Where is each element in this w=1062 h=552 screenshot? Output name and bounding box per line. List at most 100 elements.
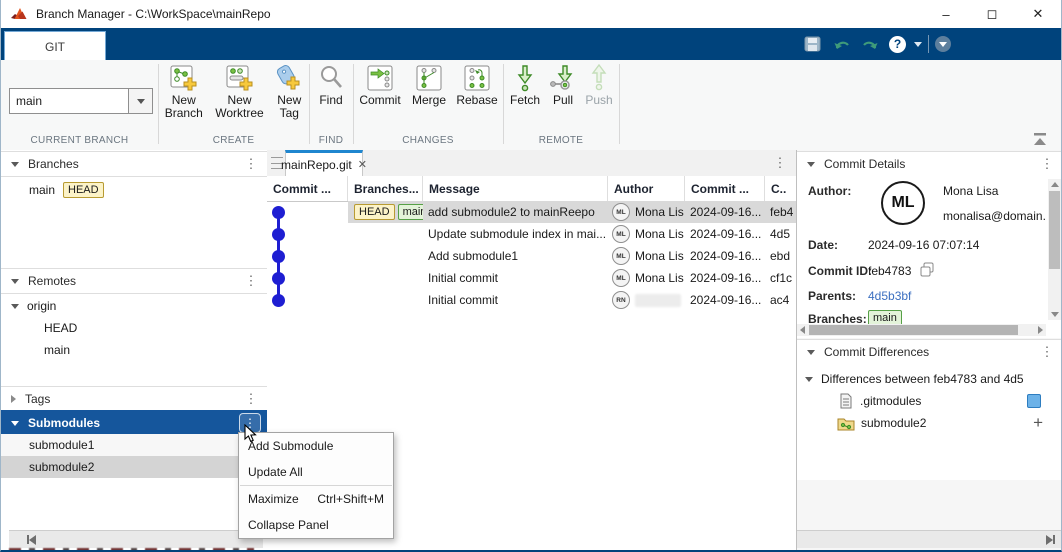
minimize-button[interactable]: – [923,0,969,28]
branches-menu-icon[interactable]: ⋮ [243,156,259,172]
commit-graph-node [267,289,348,311]
collapse-ribbon-icon[interactable] [1031,132,1049,146]
author-email: monalisa@domain.co [943,209,1045,223]
copy-icon[interactable] [919,262,935,278]
merge-button[interactable]: Merge [407,64,451,107]
remotes-menu-icon[interactable]: ⋮ [243,273,259,289]
commit-date: 2024-09-16... [690,227,762,241]
scroll-to-start-icon[interactable] [27,534,36,545]
tags-section-header[interactable]: Tags ⋮ [1,386,267,412]
close-button[interactable]: ✕ [1015,0,1061,28]
branch-badges [348,289,423,311]
commit-row[interactable]: Add submodule1 ML Mona Lis 2024-09-16...… [267,245,796,267]
branch-item-main[interactable]: main HEAD [1,179,267,201]
file-row-submodule2[interactable]: submodule2 + [797,412,1061,434]
collapse-triangle-icon[interactable] [11,278,19,284]
maximize-button[interactable]: ◻ [969,0,1015,28]
help-dropdown-caret-icon[interactable] [914,41,922,47]
titlebar: Branch Manager - C:\WorkSpace\mainRepo –… [1,0,1061,28]
new-worktree-icon [226,65,252,91]
tab-git[interactable]: GIT [4,31,106,61]
push-button[interactable]: Push [582,64,616,107]
toolstrip-options-icon[interactable] [935,36,951,52]
commit-details-body: Author: ML Mona Lisa monalisa@domain.co … [797,176,1061,338]
current-branch-value: main [16,94,43,108]
remotes-section-header[interactable]: Remotes ⋮ [1,268,267,294]
right-panel-hscrollbar[interactable] [797,530,1061,548]
scroll-down-icon[interactable] [1051,312,1059,317]
commit-row[interactable]: Update submodule index in mai... ML Mona… [267,223,796,245]
collapse-triangle-icon[interactable] [807,161,815,167]
commit-row[interactable]: Initial commit ML Mona Lis 2024-09-16...… [267,267,796,289]
help-icon[interactable]: ? [889,35,906,53]
col-author[interactable]: Author [608,176,685,201]
tab-close-icon[interactable]: ✕ [358,158,367,171]
save-icon[interactable] [804,36,821,52]
scroll-up-icon[interactable] [1051,182,1059,187]
file-row-gitmodules[interactable]: .gitmodules [797,390,1061,412]
scrollbar-thumb[interactable] [809,325,1018,335]
details-vscrollbar[interactable] [1048,179,1061,320]
expand-triangle-icon[interactable] [11,395,16,403]
submodules-section-header[interactable]: Submodules ⋮ [1,410,267,436]
new-worktree-button[interactable]: New Worktree [210,64,270,120]
scroll-left-icon[interactable] [800,326,805,334]
col-commit-graph[interactable]: Commit ... [267,176,348,201]
commit-message: Update submodule index in mai... [428,227,607,241]
left-panel-hscrollbar[interactable] [9,530,263,548]
avatar: ML [612,269,630,287]
pull-button[interactable]: Pull [547,64,579,107]
remote-item-main[interactable]: main [1,339,267,361]
history-panel-menu-icon[interactable]: ⋮ [772,155,788,176]
fetch-button[interactable]: Fetch [506,64,544,107]
commit-row[interactable]: Initial commit RN 2024-09-16... ac4 [267,289,796,311]
commit-row[interactable]: HEADmain add submodule2 to mainReepo ML … [267,201,796,223]
col-commit-date[interactable]: Commit ... [685,176,765,201]
submodule-item-2[interactable]: submodule2 [1,456,267,478]
menu-item-collapse-panel[interactable]: Collapse Panel [239,512,393,538]
section-create: New Branch New Worktree New Tag CREATE [158,60,309,149]
new-branch-button[interactable]: New Branch [160,64,208,120]
collapse-triangle-icon[interactable] [807,349,815,355]
push-icon [591,64,607,91]
collapse-triangle-icon[interactable] [805,376,813,382]
menu-item-add-submodule[interactable]: Add Submodule [239,433,393,459]
menu-item-update-all[interactable]: Update All [239,459,393,485]
submodule-item-1[interactable]: submodule1 [1,434,267,456]
commit-differences-header[interactable]: Commit Differences ⋮ [797,339,1061,365]
redo-icon[interactable] [861,37,879,52]
col-message[interactable]: Message [423,176,608,201]
col-commit-id[interactable]: C.. [765,176,796,201]
remote-item-origin[interactable]: origin [1,295,267,317]
menu-item-maximize[interactable]: Maximize Ctrl+Shift+M [239,486,393,512]
undo-icon[interactable] [833,37,851,52]
commit-message: Initial commit [428,293,499,307]
parent-commit-link[interactable]: 4d5b3bf [868,289,911,303]
remote-item-head[interactable]: HEAD [1,317,267,339]
find-button[interactable]: Find [313,64,349,107]
tab-mainrepo-git[interactable]: mainRepo.git ✕ [281,150,367,176]
scroll-right-icon[interactable] [1038,326,1043,334]
branches-section-header[interactable]: Branches ⋮ [1,151,267,177]
scrollbar-thumb[interactable] [1049,191,1060,269]
commit-button[interactable]: Commit [356,64,404,107]
col-branches[interactable]: Branches... [348,176,423,201]
rebase-button[interactable]: Rebase [454,64,500,107]
differences-group-row[interactable]: Differences between feb4783 and 4d5 [797,368,1061,390]
collapse-triangle-icon[interactable] [11,303,19,309]
tags-menu-icon[interactable]: ⋮ [243,391,259,407]
commit-details-header[interactable]: Commit Details ⋮ [797,151,1061,177]
new-tag-button[interactable]: New Tag [271,64,307,120]
commit-details-menu-icon[interactable]: ⋮ [1039,156,1055,172]
repository-browser-panel: Branches ⋮ main HEAD Remotes ⋮ origin HE… [1,150,268,550]
collapse-triangle-icon[interactable] [11,420,19,426]
commit-differences-menu-icon[interactable]: ⋮ [1039,344,1055,360]
scroll-to-end-icon[interactable] [1046,534,1055,545]
details-hscrollbar[interactable] [797,324,1046,336]
commit-hash: 4d5 [770,227,791,241]
current-branch-combo[interactable]: main [9,88,153,114]
collapse-triangle-icon[interactable] [11,161,19,167]
combo-dropdown-button[interactable] [128,89,152,113]
submodules-context-menu: Add Submodule Update All Maximize Ctrl+S… [238,432,394,539]
commit-differences-title: Commit Differences [824,345,930,359]
